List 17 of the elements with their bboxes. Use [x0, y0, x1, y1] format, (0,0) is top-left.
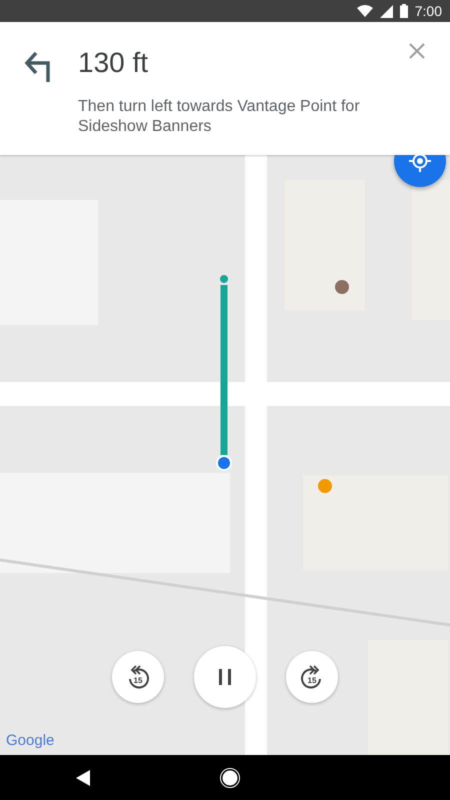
close-button[interactable] — [408, 42, 426, 60]
map-attribution: Google — [6, 732, 54, 749]
pause-icon — [218, 669, 232, 685]
turn-left-arrow-icon — [24, 49, 52, 83]
signal-icon — [380, 4, 393, 18]
back-icon[interactable] — [76, 770, 90, 786]
next-step-text: Then turn left towards Vantage Point for Sideshow Banners — [78, 97, 361, 137]
forward-arrow-icon — [300, 665, 324, 689]
seconds-label: 15 — [308, 676, 316, 684]
clock-time: 7:00 — [414, 3, 442, 19]
rewind-arrow-icon — [126, 665, 150, 689]
battery-icon — [400, 4, 408, 18]
seconds-label: 15 — [134, 676, 142, 684]
wifi-icon — [356, 5, 373, 17]
close-icon — [409, 43, 425, 59]
home-icon[interactable] — [220, 768, 240, 788]
distance-text: 130 ft — [78, 47, 150, 79]
